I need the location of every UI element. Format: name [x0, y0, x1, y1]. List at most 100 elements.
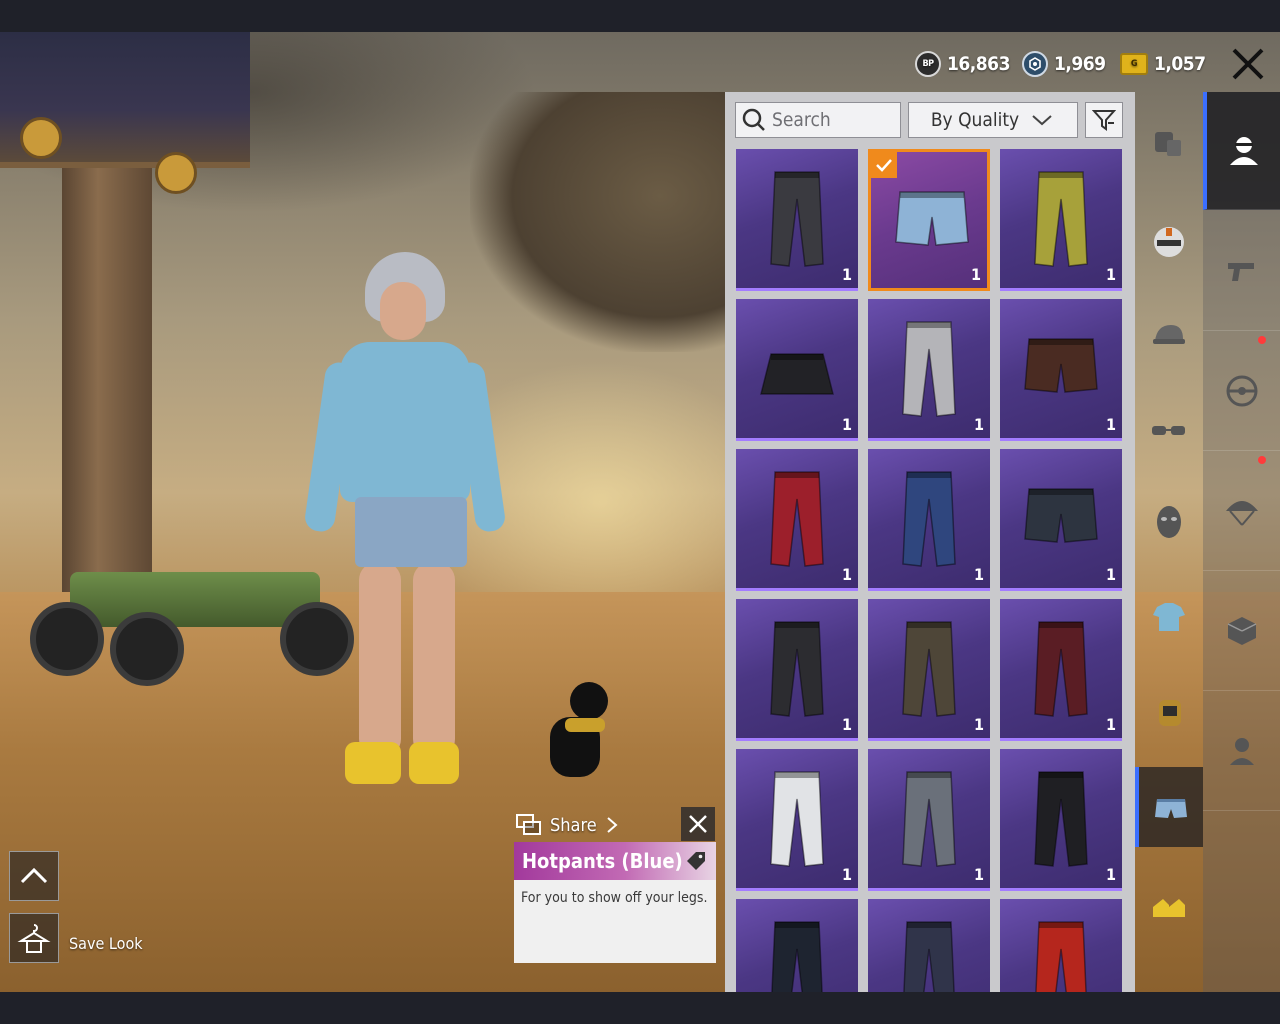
category-outfit-set[interactable]: [1135, 104, 1203, 184]
pants-icon: [1155, 799, 1187, 818]
item-description: For you to show off your legs.: [521, 890, 708, 906]
steering-wheel-icon: [1226, 375, 1257, 407]
inventory-item[interactable]: 1: [736, 149, 858, 291]
item-name: Hotpants (Blue): [522, 849, 683, 873]
uc-icon: [1022, 51, 1048, 77]
category-pants[interactable]: [1135, 767, 1203, 847]
save-look-label: Save Look: [69, 934, 143, 953]
main-sidebar: [1203, 92, 1280, 992]
cap-icon: [1153, 325, 1185, 344]
share-icon: [516, 814, 541, 835]
buggy-wheel: [110, 612, 184, 686]
search-icon: [742, 108, 765, 131]
shirt-icon: [1153, 603, 1185, 631]
bottom-letterbox: [0, 992, 1280, 1024]
item-quantity: 1: [841, 415, 852, 434]
item-quantity: 1: [1105, 415, 1116, 434]
black-cargo-pants-icon: [770, 621, 824, 717]
filter-icon: [1092, 110, 1116, 131]
sidebar-crate[interactable]: [1203, 572, 1280, 691]
sort-dropdown[interactable]: By Quality: [908, 102, 1078, 138]
inventory-item[interactable]: 1: [736, 749, 858, 891]
inventory-item[interactable]: 1: [736, 599, 858, 741]
arch-medallion: [155, 152, 197, 194]
sidebar-steering-wheel[interactable]: [1203, 332, 1280, 451]
item-quantity: 1: [1105, 265, 1116, 284]
helmet-icon: [1154, 227, 1184, 257]
bp-currency: BP 16,863: [915, 50, 1010, 78]
inventory-item[interactable]: 1: [1000, 599, 1122, 741]
inventory-item[interactable]: 1: [868, 899, 990, 992]
item-quantity: 1: [1105, 565, 1116, 584]
inventory-grid: 111111111111111111: [736, 149, 1126, 992]
category-glasses[interactable]: [1135, 392, 1203, 472]
black-jogger-pants-icon: [770, 171, 824, 267]
inventory-item[interactable]: 1: [1000, 449, 1122, 591]
category-cap[interactable]: [1135, 297, 1203, 377]
inventory-item[interactable]: 1: [1000, 299, 1122, 441]
item-quantity: 1: [1105, 715, 1116, 734]
item-quantity: 1: [973, 865, 984, 884]
cat-collar: [565, 718, 605, 732]
notification-dot: [1258, 456, 1266, 464]
inventory-item[interactable]: 1: [736, 899, 858, 992]
share-button[interactable]: Share: [516, 810, 619, 840]
share-label: Share: [550, 814, 597, 836]
tooltip-close-button[interactable]: [681, 807, 715, 841]
black-pleated-skirt-icon: [760, 353, 834, 395]
dark-blue-pants-icon: [771, 921, 823, 992]
inventory-item[interactable]: 1: [868, 449, 990, 591]
category-shirt[interactable]: [1135, 577, 1203, 657]
expand-up-button[interactable]: [9, 851, 59, 901]
sidebar-parachute[interactable]: [1203, 452, 1280, 571]
uc-currency: 1,969: [1022, 50, 1106, 78]
player-character[interactable]: [285, 242, 507, 802]
grey-ripped-jeans-icon: [902, 771, 956, 867]
glasses-icon: [1152, 426, 1185, 435]
sidebar-pistol[interactable]: [1203, 212, 1280, 331]
inventory-item[interactable]: 1: [1000, 899, 1122, 992]
inventory-item[interactable]: 1: [868, 149, 990, 291]
g-currency: G 1,057: [1120, 50, 1206, 78]
inventory-item[interactable]: 1: [1000, 149, 1122, 291]
close-icon: [689, 815, 707, 833]
parachute-icon: [1225, 501, 1258, 526]
search-input[interactable]: [770, 108, 894, 132]
category-backpack-skin[interactable]: [1135, 672, 1203, 752]
inventory-item[interactable]: 1: [1000, 749, 1122, 891]
inventory-item[interactable]: 1: [868, 299, 990, 441]
brown-cargo-pants-icon: [902, 621, 956, 717]
outfit-set-icon: [1155, 132, 1181, 156]
category-mask[interactable]: [1135, 482, 1203, 562]
character-shirt: [340, 342, 470, 502]
category-helmet[interactable]: [1135, 202, 1203, 282]
arch-medallion: [20, 117, 62, 159]
red-pants-icon: [1035, 921, 1087, 992]
sidebar-character[interactable]: [1203, 92, 1280, 210]
item-quantity: 1: [841, 565, 852, 584]
save-look-button[interactable]: [9, 913, 59, 963]
patterned-pants-icon: [903, 921, 955, 992]
inventory-panel: By Quality 111111111111111111: [725, 92, 1135, 992]
tag-icon[interactable]: [684, 849, 708, 873]
filter-button[interactable]: [1085, 102, 1123, 138]
uc-amount: 1,969: [1054, 53, 1106, 75]
maroon-pants-icon: [1034, 621, 1088, 717]
buggy-wheel: [30, 602, 104, 676]
red-black-pants-icon: [770, 471, 824, 567]
sidebar-companion[interactable]: [1203, 692, 1280, 811]
sort-label: By Quality: [930, 109, 1020, 131]
chevron-up-icon: [20, 867, 48, 884]
inventory-item[interactable]: 1: [868, 599, 990, 741]
category-shoes[interactable]: [1135, 867, 1203, 947]
item-quantity: 1: [1105, 865, 1116, 884]
inventory-item[interactable]: 1: [868, 749, 990, 891]
inventory-item[interactable]: 1: [736, 299, 858, 441]
close-button[interactable]: [1228, 44, 1268, 84]
character-head: [380, 282, 426, 340]
search-box[interactable]: [735, 102, 901, 138]
character-leg: [359, 562, 401, 757]
white-pants-icon: [770, 771, 824, 867]
inventory-item[interactable]: 1: [736, 449, 858, 591]
grey-pants-icon: [902, 321, 956, 417]
